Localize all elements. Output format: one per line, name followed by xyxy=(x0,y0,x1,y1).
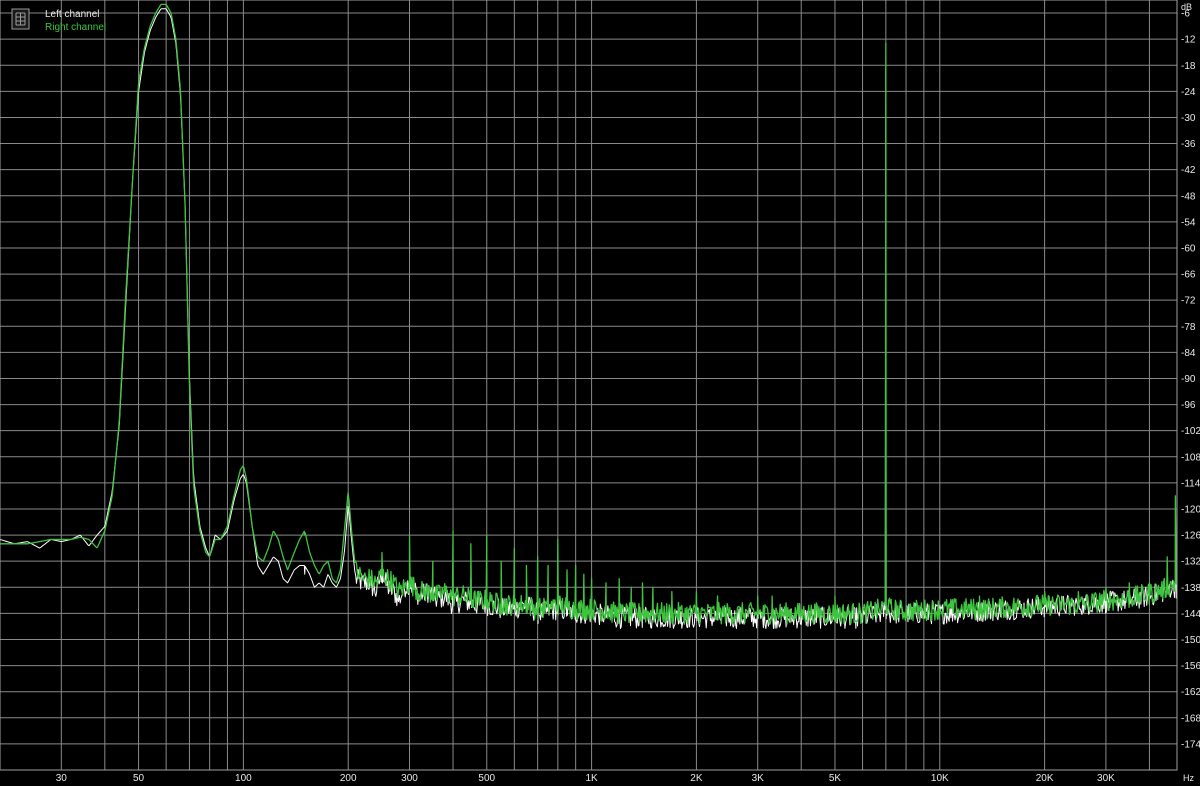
y-tick-label: -60 xyxy=(1181,243,1196,254)
legend-label-left: Left channel xyxy=(45,9,100,20)
y-tick-label: -24 xyxy=(1181,87,1196,98)
x-tick-label: 2K xyxy=(690,773,703,784)
y-tick-label: -90 xyxy=(1181,374,1196,385)
y-tick-label: -12 xyxy=(1181,35,1196,46)
x-tick-label: 5K xyxy=(829,773,842,784)
y-tick-label: -156 xyxy=(1181,661,1200,672)
y-tick-label: -66 xyxy=(1181,270,1196,281)
y-tick-label: -174 xyxy=(1181,739,1200,750)
y-tick-label: -36 xyxy=(1181,139,1196,150)
y-tick-label: -120 xyxy=(1181,504,1200,515)
y-tick-label: -18 xyxy=(1181,61,1196,72)
x-tick-label: 1K xyxy=(585,773,598,784)
y-tick-label: -54 xyxy=(1181,217,1196,228)
y-tick-label: -78 xyxy=(1181,322,1196,333)
x-tick-label: 3K xyxy=(752,773,765,784)
y-tick-label: -144 xyxy=(1181,609,1200,620)
x-tick-label: 200 xyxy=(340,773,357,784)
x-tick-label: 30 xyxy=(56,773,68,784)
y-tick-label: -138 xyxy=(1181,583,1200,594)
x-unit-label: Hz xyxy=(1183,773,1194,783)
legend-label-right: Right channel xyxy=(45,22,106,33)
y-tick-label: -96 xyxy=(1181,400,1196,411)
y-tick-label: -48 xyxy=(1181,191,1196,202)
x-tick-label: 20K xyxy=(1036,773,1054,784)
y-tick-label: -162 xyxy=(1181,687,1200,698)
y-tick-label: -102 xyxy=(1181,426,1200,437)
y-tick-label: -168 xyxy=(1181,713,1200,724)
x-tick-label: 500 xyxy=(478,773,495,784)
y-tick-label: -126 xyxy=(1181,531,1200,542)
x-tick-label: 30K xyxy=(1097,773,1115,784)
y-tick-label: -42 xyxy=(1181,165,1196,176)
y-tick-label: -84 xyxy=(1181,348,1196,359)
x-tick-label: 300 xyxy=(401,773,418,784)
x-tick-label: 100 xyxy=(235,773,252,784)
y-tick-label: -132 xyxy=(1181,557,1200,568)
y-tick-label: -30 xyxy=(1181,113,1196,124)
y-tick-label: -150 xyxy=(1181,635,1200,646)
spectrum-plot: -6-12-18-24-30-36-42-48-54-60-66-72-78-8… xyxy=(0,0,1200,786)
y-tick-label: -72 xyxy=(1181,296,1196,307)
y-tick-label: -114 xyxy=(1181,478,1200,489)
y-unit-label: dB xyxy=(1181,2,1192,12)
x-tick-label: 50 xyxy=(133,773,145,784)
y-tick-label: -108 xyxy=(1181,452,1200,463)
x-tick-label: 10K xyxy=(931,773,949,784)
